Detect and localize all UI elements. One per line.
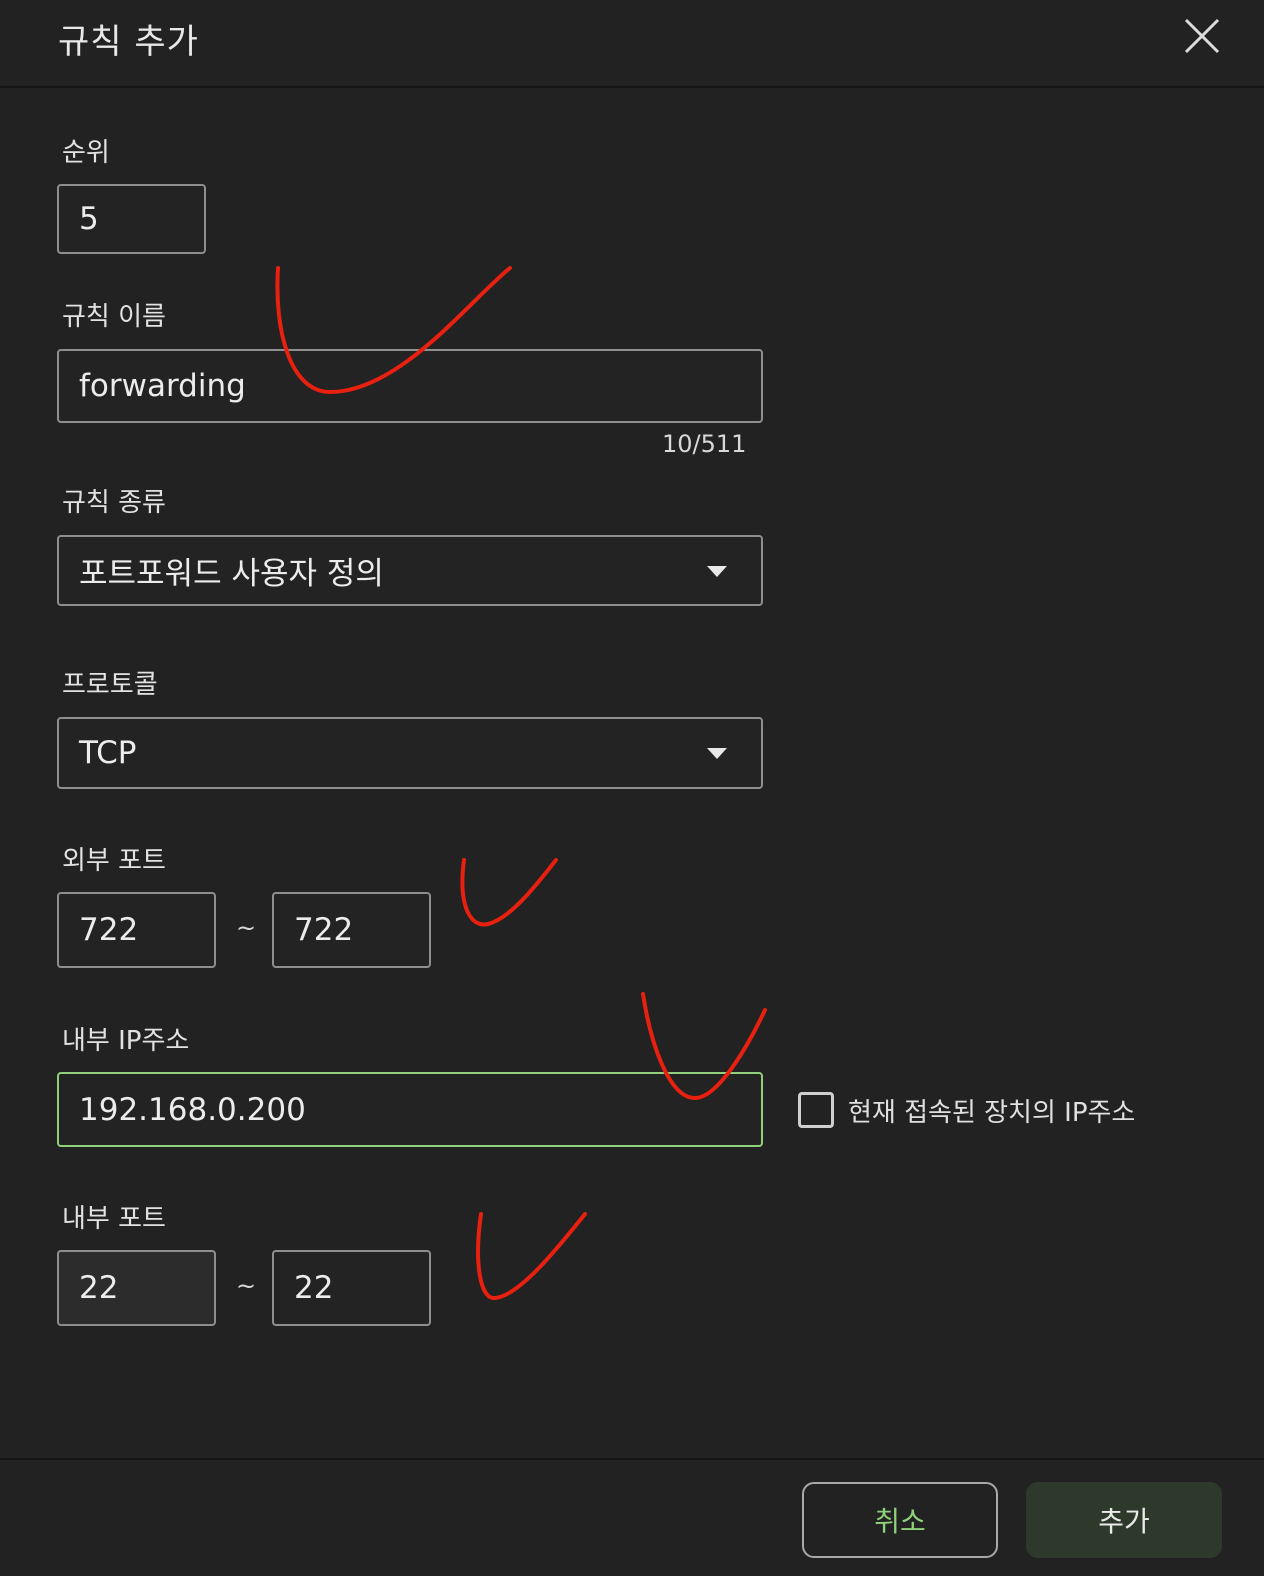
current-device-ip-option[interactable]: 현재 접속된 장치의 IP주소 — [798, 1090, 1135, 1130]
dialog-header: 규칙 추가 — [0, 0, 1264, 88]
add-button[interactable]: 추가 — [1026, 1482, 1222, 1558]
external-port-separator: ~ — [236, 914, 257, 942]
internal-port-from-input[interactable]: 22 — [57, 1250, 216, 1326]
external-port-from-input[interactable]: 722 — [57, 892, 216, 968]
rule-type-value: 포트포워드 사용자 정의 — [79, 556, 384, 592]
dialog-title: 규칙 추가 — [58, 22, 199, 62]
external-port-from-value: 722 — [79, 912, 139, 948]
internal-ip-input[interactable]: 192.168.0.200 — [57, 1072, 763, 1147]
checkmark-annotation — [460, 858, 558, 927]
current-device-ip-label: 현재 접속된 장치의 IP주소 — [848, 1097, 1136, 1128]
chevron-down-icon — [707, 748, 727, 759]
internal-port-label: 내부 포트 — [62, 1204, 166, 1234]
order-value: 5 — [79, 201, 99, 237]
internal-port-to-input[interactable]: 22 — [272, 1250, 431, 1326]
protocol-label: 프로토콜 — [62, 670, 158, 700]
protocol-value: TCP — [79, 735, 137, 771]
current-device-ip-checkbox[interactable] — [798, 1092, 834, 1128]
rule-name-label: 규칙 이름 — [62, 302, 166, 332]
checkmark-annotation — [476, 1212, 587, 1300]
order-label: 순위 — [62, 138, 110, 168]
internal-port-to-value: 22 — [294, 1270, 334, 1306]
rule-name-char-counter: 10/511 — [662, 430, 747, 458]
cancel-button[interactable]: 취소 — [802, 1482, 998, 1558]
close-icon[interactable] — [1184, 18, 1220, 54]
chevron-down-icon — [707, 565, 727, 577]
external-port-to-value: 722 — [294, 912, 354, 948]
rule-type-select[interactable]: 포트포워드 사용자 정의 — [57, 535, 763, 606]
rule-type-label: 규칙 종류 — [62, 488, 166, 518]
protocol-select[interactable]: TCP — [57, 717, 763, 789]
internal-ip-value: 192.168.0.200 — [79, 1091, 306, 1128]
internal-port-separator: ~ — [236, 1272, 257, 1300]
rule-name-value: forwarding — [79, 368, 246, 404]
external-port-label: 외부 포트 — [62, 846, 166, 876]
internal-port-from-value: 22 — [79, 1270, 119, 1306]
rule-name-input[interactable]: forwarding — [57, 349, 763, 423]
add-rule-dialog: 규칙 추가 순위 5 규칙 이름 forwarding 10/511 규칙 종류… — [0, 0, 1264, 1576]
order-input[interactable]: 5 — [57, 184, 206, 254]
internal-ip-label: 내부 IP주소 — [62, 1026, 190, 1056]
external-port-to-input[interactable]: 722 — [272, 892, 431, 968]
